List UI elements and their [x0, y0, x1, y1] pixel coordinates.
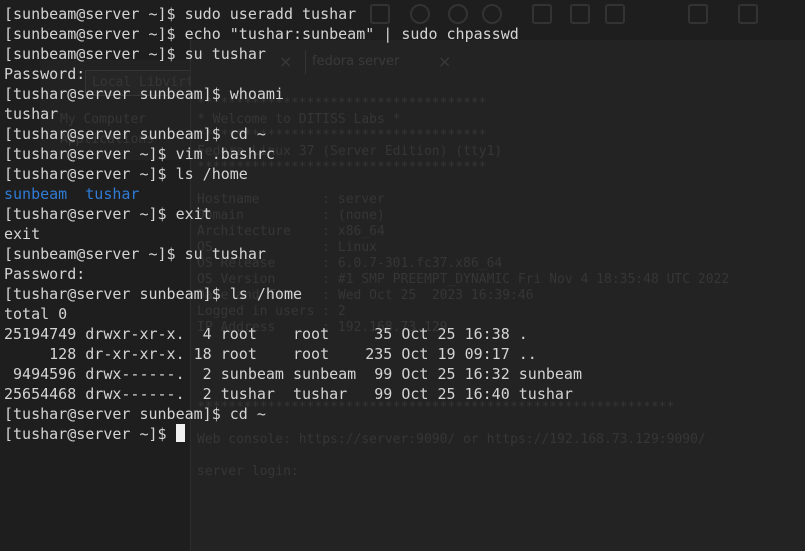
terminal-line: [tushar@server sunbeam]$ whoami [4, 85, 284, 103]
background-toolbar-icon [738, 4, 758, 24]
terminal-output: [sunbeam@server ~]$ sudo useradd tushar [… [4, 4, 582, 444]
terminal-line: 128 dr-xr-xr-x. 18 root root 235 Oct 19 … [4, 345, 537, 363]
terminal-window[interactable]: Local Libvirt My Computer Applications ×… [0, 0, 805, 551]
terminal-line: Password: [4, 265, 86, 283]
terminal-line: [sunbeam@server ~]$ echo "tushar:sunbeam… [4, 25, 519, 43]
terminal-line: [tushar@server ~]$ exit [4, 205, 212, 223]
terminal-line: Password: [4, 65, 86, 83]
terminal-line: 25194749 drwxr-xr-x. 4 root root 35 Oct … [4, 325, 528, 343]
terminal-line: sunbeam tushar [4, 185, 140, 203]
text-cursor [175, 424, 185, 442]
terminal-prompt-line[interactable]: [tushar@server ~]$ [4, 424, 582, 444]
terminal-line: total 0 [4, 305, 68, 323]
terminal-line: tushar [4, 105, 59, 123]
terminal-line: 25654468 drwx------. 2 tushar tushar 99 … [4, 385, 573, 403]
background-toolbar-icon [605, 4, 625, 24]
terminal-line: [tushar@server ~]$ vim .bashrc [4, 145, 275, 163]
background-console-line: server login: [197, 464, 299, 479]
terminal-line: exit [4, 225, 41, 243]
terminal-line: [tushar@server sunbeam]$ ls /home [4, 285, 303, 303]
terminal-line: [tushar@server ~]$ ls /home [4, 165, 248, 183]
terminal-line: [sunbeam@server ~]$ sudo useradd tushar [4, 5, 357, 23]
terminal-line: [sunbeam@server ~]$ su tushar [4, 45, 266, 63]
terminal-line: [sunbeam@server ~]$ su tushar [4, 245, 266, 263]
terminal-line: [tushar@server sunbeam]$ cd ~ [4, 125, 266, 143]
terminal-prompt: [tushar@server ~]$ [4, 425, 176, 443]
terminal-line: [tushar@server sunbeam]$ cd ~ [4, 405, 266, 423]
background-toolbar-icon [688, 4, 708, 24]
terminal-line: 9494596 drwx------. 2 sunbeam sunbeam 99… [4, 365, 582, 383]
